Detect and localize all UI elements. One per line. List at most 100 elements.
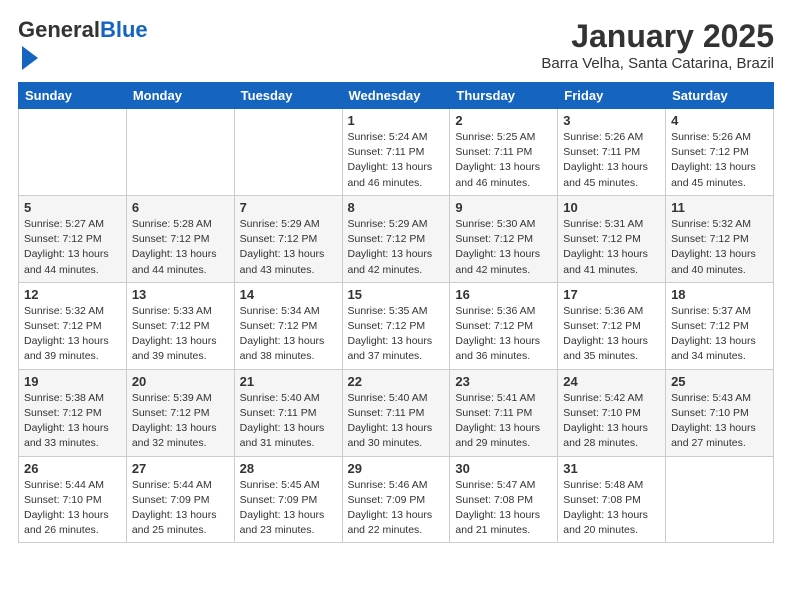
table-row: 27 Sunrise: 5:44 AM Sunset: 7:09 PM Dayli… (126, 456, 234, 543)
calendar-week-row: 26 Sunrise: 5:44 AM Sunset: 7:10 PM Dayli… (19, 456, 774, 543)
day-number: 2 (455, 113, 552, 128)
table-row: 15Sunrise: 5:35 AM Sunset: 7:12 PM Dayli… (342, 282, 450, 369)
table-row: 14 Sunrise: 5:34 AM Sunset: 7:12 PM Dayli… (234, 282, 342, 369)
table-row (234, 109, 342, 196)
calendar-location: Barra Velha, Santa Catarina, Brazil (541, 55, 774, 72)
day-number: 16 (455, 287, 552, 302)
day-number: 21 (240, 374, 337, 389)
header-friday: Friday (558, 83, 666, 109)
day-detail: Sunrise: 5:41 AM Sunset: 7:11 PM Dayligh… (455, 391, 552, 452)
day-number: 30 (455, 461, 552, 476)
table-row: 19 Sunrise: 5:38 AM Sunset: 7:12 PM Dayli… (19, 369, 127, 456)
day-detail: Sunrise: 5:29 AM Sunset: 7:12 PM Dayligh… (348, 217, 445, 278)
table-row: 4 Sunrise: 5:26 AM Sunset: 7:12 PM Daylig… (666, 109, 774, 196)
logo: GeneralBlue (18, 18, 148, 70)
day-number: 5 (24, 200, 121, 215)
day-detail: Sunrise: 5:27 AM Sunset: 7:12 PM Dayligh… (24, 217, 121, 278)
header-wednesday: Wednesday (342, 83, 450, 109)
day-number: 27 (132, 461, 229, 476)
table-row (126, 109, 234, 196)
table-row: 26 Sunrise: 5:44 AM Sunset: 7:10 PM Dayli… (19, 456, 127, 543)
table-row: 11 Sunrise: 5:32 AM Sunset: 7:12 PM Dayli… (666, 195, 774, 282)
header-sunday: Sunday (19, 83, 127, 109)
day-detail: Sunrise: 5:45 AM Sunset: 7:09 PM Dayligh… (240, 478, 337, 539)
day-detail: Sunrise: 5:26 AM Sunset: 7:11 PM Dayligh… (563, 130, 660, 191)
day-detail: Sunrise: 5:46 AM Sunset: 7:09 PM Dayligh… (348, 478, 445, 539)
day-detail: Sunrise: 5:36 AM Sunset: 7:12 PM Dayligh… (563, 304, 660, 365)
day-detail: Sunrise: 5:43 AM Sunset: 7:10 PM Dayligh… (671, 391, 768, 452)
day-number: 17 (563, 287, 660, 302)
day-number: 12 (24, 287, 121, 302)
day-detail: Sunrise: 5:29 AM Sunset: 7:12 PM Dayligh… (240, 217, 337, 278)
table-row: 2 Sunrise: 5:25 AM Sunset: 7:11 PM Daylig… (450, 109, 558, 196)
table-row: 25 Sunrise: 5:43 AM Sunset: 7:10 PM Dayli… (666, 369, 774, 456)
day-number: 25 (671, 374, 768, 389)
day-detail: Sunrise: 5:44 AM Sunset: 7:10 PM Dayligh… (24, 478, 121, 539)
page: GeneralBlue January 2025 Barra Velha, Sa… (0, 0, 792, 553)
day-number: 22 (348, 374, 445, 389)
day-detail: Sunrise: 5:40 AM Sunset: 7:11 PM Dayligh… (240, 391, 337, 452)
day-number: 31 (563, 461, 660, 476)
title-block: January 2025 Barra Velha, Santa Catarina… (541, 18, 774, 72)
day-detail: Sunrise: 5:36 AM Sunset: 7:12 PM Dayligh… (455, 304, 552, 365)
day-number: 15 (348, 287, 445, 302)
table-row: 5 Sunrise: 5:27 AM Sunset: 7:12 PM Daylig… (19, 195, 127, 282)
day-number: 9 (455, 200, 552, 215)
logo-blue-text: Blue (100, 17, 148, 42)
day-number: 1 (348, 113, 445, 128)
day-number: 6 (132, 200, 229, 215)
day-detail: Sunrise: 5:25 AM Sunset: 7:11 PM Dayligh… (455, 130, 552, 191)
logo-arrow-icon (22, 46, 38, 70)
table-row: 31Sunrise: 5:48 AM Sunset: 7:08 PM Dayli… (558, 456, 666, 543)
table-row: 22 Sunrise: 5:40 AM Sunset: 7:11 PM Dayli… (342, 369, 450, 456)
day-number: 11 (671, 200, 768, 215)
day-detail: Sunrise: 5:47 AM Sunset: 7:08 PM Dayligh… (455, 478, 552, 539)
day-number: 4 (671, 113, 768, 128)
day-number: 24 (563, 374, 660, 389)
day-number: 14 (240, 287, 337, 302)
day-number: 26 (24, 461, 121, 476)
day-detail: Sunrise: 5:40 AM Sunset: 7:11 PM Dayligh… (348, 391, 445, 452)
calendar-week-row: 12 Sunrise: 5:32 AM Sunset: 7:12 PM Dayli… (19, 282, 774, 369)
header: GeneralBlue January 2025 Barra Velha, Sa… (18, 18, 774, 72)
day-detail: Sunrise: 5:32 AM Sunset: 7:12 PM Dayligh… (24, 304, 121, 365)
day-detail: Sunrise: 5:42 AM Sunset: 7:10 PM Dayligh… (563, 391, 660, 452)
table-row: 7 Sunrise: 5:29 AM Sunset: 7:12 PM Daylig… (234, 195, 342, 282)
table-row: 12 Sunrise: 5:32 AM Sunset: 7:12 PM Dayli… (19, 282, 127, 369)
table-row (19, 109, 127, 196)
day-number: 10 (563, 200, 660, 215)
table-row: 10Sunrise: 5:31 AM Sunset: 7:12 PM Dayli… (558, 195, 666, 282)
logo-general-text: General (18, 17, 100, 42)
table-row: 21 Sunrise: 5:40 AM Sunset: 7:11 PM Dayli… (234, 369, 342, 456)
table-row: 30 Sunrise: 5:47 AM Sunset: 7:08 PM Dayli… (450, 456, 558, 543)
day-detail: Sunrise: 5:34 AM Sunset: 7:12 PM Dayligh… (240, 304, 337, 365)
day-detail: Sunrise: 5:37 AM Sunset: 7:12 PM Dayligh… (671, 304, 768, 365)
day-number: 23 (455, 374, 552, 389)
calendar-table: Sunday Monday Tuesday Wednesday Thursday… (18, 82, 774, 543)
day-number: 7 (240, 200, 337, 215)
calendar-title: January 2025 (541, 18, 774, 55)
table-row: 13Sunrise: 5:33 AM Sunset: 7:12 PM Dayli… (126, 282, 234, 369)
day-number: 29 (348, 461, 445, 476)
day-detail: Sunrise: 5:38 AM Sunset: 7:12 PM Dayligh… (24, 391, 121, 452)
day-number: 20 (132, 374, 229, 389)
day-detail: Sunrise: 5:44 AM Sunset: 7:09 PM Dayligh… (132, 478, 229, 539)
table-row: 1 Sunrise: 5:24 AM Sunset: 7:11 PM Daylig… (342, 109, 450, 196)
day-detail: Sunrise: 5:32 AM Sunset: 7:12 PM Dayligh… (671, 217, 768, 278)
logo-text: GeneralBlue (18, 18, 148, 70)
header-saturday: Saturday (666, 83, 774, 109)
table-row: 23 Sunrise: 5:41 AM Sunset: 7:11 PM Dayli… (450, 369, 558, 456)
day-detail: Sunrise: 5:33 AM Sunset: 7:12 PM Dayligh… (132, 304, 229, 365)
table-row: 6Sunrise: 5:28 AM Sunset: 7:12 PM Daylig… (126, 195, 234, 282)
day-number: 19 (24, 374, 121, 389)
day-detail: Sunrise: 5:26 AM Sunset: 7:12 PM Dayligh… (671, 130, 768, 191)
calendar-week-row: 19 Sunrise: 5:38 AM Sunset: 7:12 PM Dayli… (19, 369, 774, 456)
table-row: 17 Sunrise: 5:36 AM Sunset: 7:12 PM Dayli… (558, 282, 666, 369)
table-row: 18Sunrise: 5:37 AM Sunset: 7:12 PM Dayli… (666, 282, 774, 369)
day-detail: Sunrise: 5:24 AM Sunset: 7:11 PM Dayligh… (348, 130, 445, 191)
day-number: 28 (240, 461, 337, 476)
header-thursday: Thursday (450, 83, 558, 109)
table-row: 16 Sunrise: 5:36 AM Sunset: 7:12 PM Dayli… (450, 282, 558, 369)
table-row: 29 Sunrise: 5:46 AM Sunset: 7:09 PM Dayli… (342, 456, 450, 543)
calendar-week-row: 1 Sunrise: 5:24 AM Sunset: 7:11 PM Daylig… (19, 109, 774, 196)
